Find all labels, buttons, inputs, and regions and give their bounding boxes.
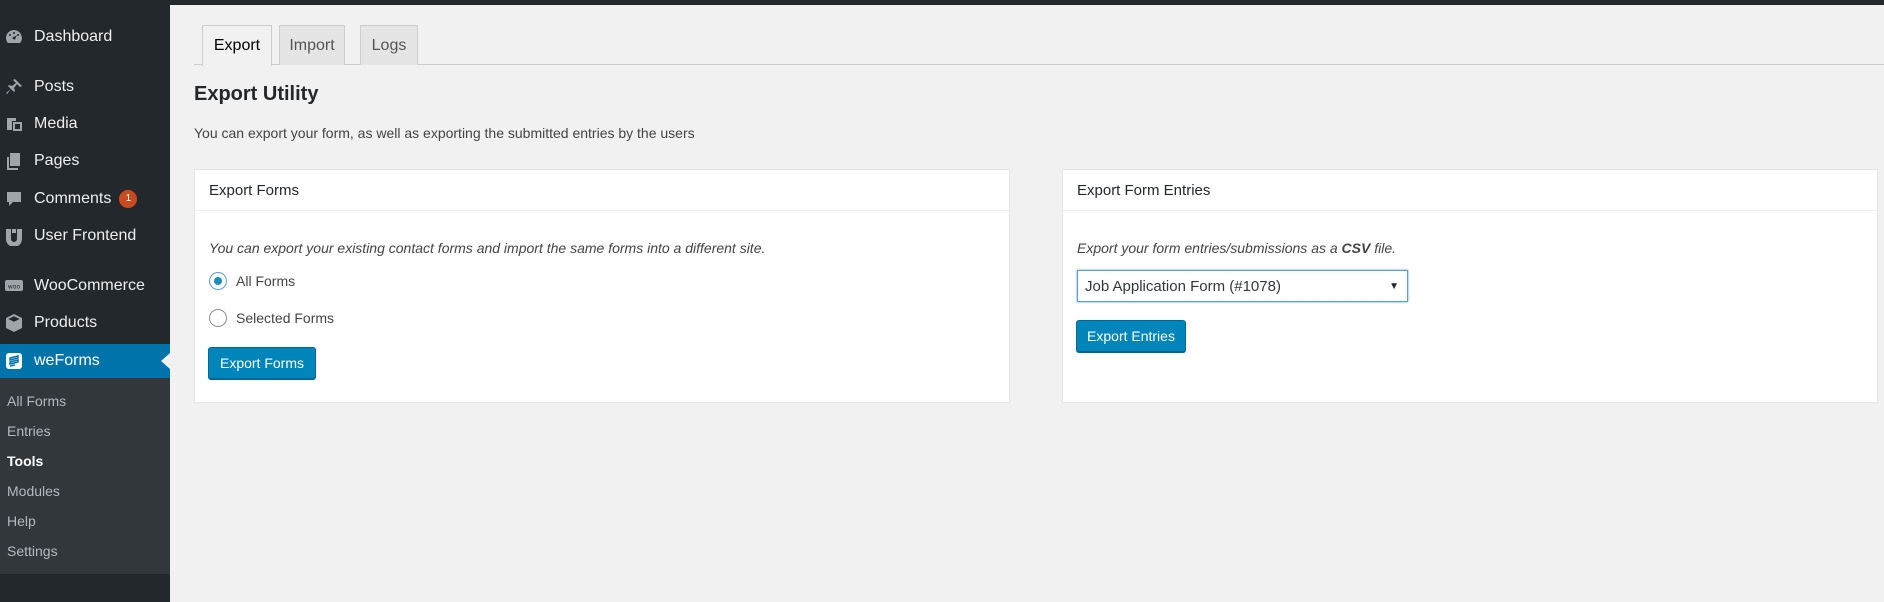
page-description: You can export your form, as well as exp… [194, 125, 695, 141]
submenu-entries[interactable]: Entries [7, 423, 51, 439]
submenu-help[interactable]: Help [7, 513, 36, 529]
export-entries-panel: Export Form Entries Export your form ent… [1062, 169, 1878, 403]
radio-selected-forms-label: Selected Forms [236, 310, 335, 326]
tab-import[interactable]: Import [279, 25, 345, 65]
radio-selected-forms-input[interactable] [209, 309, 227, 327]
tab-underline [194, 64, 1884, 65]
sidebar-item-user-frontend[interactable]: User Frontend [0, 219, 170, 253]
pin-icon [3, 76, 25, 98]
export-entries-description: Export your form entries/submissions as … [1077, 240, 1397, 256]
sidebar-item-weforms[interactable]: weForms [0, 344, 170, 378]
tab-export[interactable]: Export [202, 25, 272, 66]
export-forms-description: You can export your existing contact for… [209, 240, 766, 256]
submenu-modules[interactable]: Modules [7, 483, 60, 499]
radio-all-forms-input[interactable] [209, 272, 227, 290]
sidebar-item-label: Media [34, 115, 78, 132]
box-icon [3, 312, 25, 334]
tab-logs[interactable]: Logs [360, 25, 418, 65]
weforms-icon [3, 350, 25, 372]
sidebar-item-woocommerce[interactable]: woo WooCommerce [0, 269, 170, 303]
sidebar-item-comments[interactable]: Comments 1 [0, 182, 170, 216]
export-forms-button[interactable]: Export Forms [208, 347, 316, 379]
sidebar-item-dashboard[interactable]: Dashboard [0, 20, 170, 54]
submenu-settings[interactable]: Settings [7, 543, 58, 559]
radio-all-forms[interactable]: All Forms [209, 272, 295, 290]
form-select-value: Job Application Form (#1078) [1085, 277, 1281, 295]
sidebar-item-label: Posts [34, 78, 75, 95]
woo-icon: woo [3, 275, 25, 297]
active-menu-arrow [161, 353, 170, 369]
submenu-tools[interactable]: Tools [7, 453, 43, 469]
export-forms-panel: Export Forms You can export your existin… [194, 169, 1010, 403]
sidebar-item-products[interactable]: Products [0, 306, 170, 340]
svg-text:woo: woo [8, 284, 21, 291]
comments-count-badge: 1 [119, 190, 138, 208]
sidebar-item-label: Products [34, 314, 98, 331]
comment-icon [3, 188, 25, 210]
sidebar-item-label: Dashboard [34, 28, 113, 45]
sidebar-item-pages[interactable]: Pages [0, 144, 170, 178]
media-icon [3, 113, 25, 135]
admin-top-bar [0, 0, 1884, 5]
export-entries-button[interactable]: Export Entries [1076, 320, 1186, 352]
sidebar-item-label: WooCommerce [34, 277, 145, 294]
sidebar-item-posts[interactable]: Posts [0, 70, 170, 104]
export-entries-title: Export Form Entries [1063, 170, 1877, 211]
radio-all-forms-label: All Forms [236, 273, 296, 289]
sidebar-item-label: weForms [34, 352, 100, 369]
sidebar-item-label: User Frontend [34, 227, 137, 244]
dropdown-caret-icon: ▼ [1389, 281, 1399, 292]
sidebar-item-label: Pages [34, 152, 80, 169]
sidebar-item-label: Comments [34, 190, 112, 207]
weforms-submenu: All Forms Entries Tools Modules Help Set… [0, 378, 170, 574]
submenu-all-forms[interactable]: All Forms [7, 393, 66, 409]
dashboard-icon [3, 26, 25, 48]
page-title: Export Utility [194, 83, 319, 105]
form-select-dropdown[interactable]: Job Application Form (#1078) ▼ [1077, 270, 1408, 302]
user-frontend-icon [3, 225, 25, 247]
pages-icon [3, 150, 25, 172]
export-forms-title: Export Forms [195, 170, 1009, 211]
admin-sidebar: Dashboard Posts Media Pages Comments 1 U… [0, 0, 170, 602]
sidebar-item-media[interactable]: Media [0, 107, 170, 141]
radio-selected-forms[interactable]: Selected Forms [209, 309, 334, 327]
